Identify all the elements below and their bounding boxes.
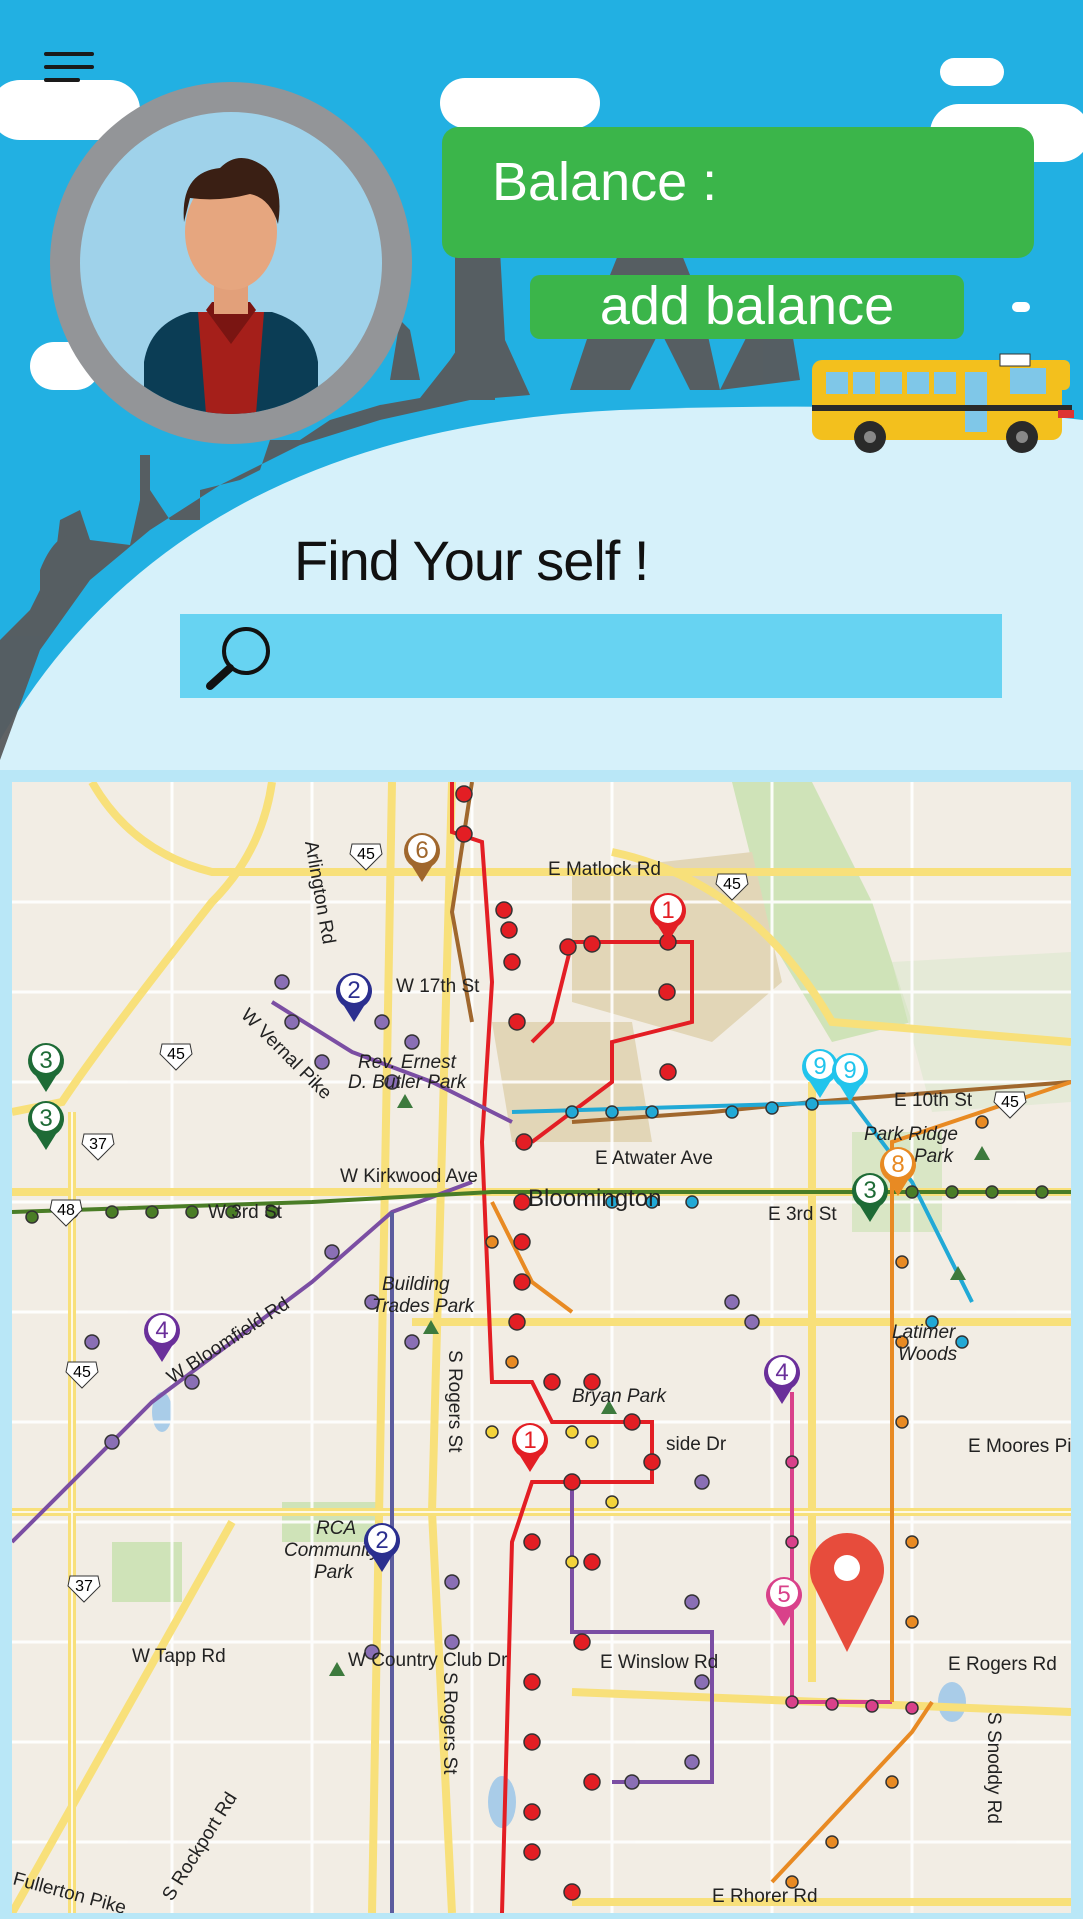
- svg-text:45: 45: [73, 1364, 91, 1381]
- balance-label: Balance :: [492, 152, 718, 212]
- bus-route-map[interactable]: 45 45 45 37 48 45 37 45 E Matlock Rd Arl…: [12, 782, 1071, 1913]
- search-bar[interactable]: [180, 614, 1002, 698]
- find-yourself-title: Find Your self !: [294, 529, 649, 592]
- svg-text:45: 45: [167, 1046, 185, 1063]
- svg-text:48: 48: [57, 1202, 75, 1219]
- map-frame: 45 45 45 37 48 45 37 45 E Matlock Rd Arl…: [0, 770, 1083, 1919]
- search-input[interactable]: [290, 624, 984, 690]
- svg-text:45: 45: [723, 876, 741, 893]
- svg-text:45: 45: [357, 846, 375, 863]
- header-banner: Balance : add balance Find Your self !: [0, 0, 1083, 770]
- search-icon[interactable]: [206, 624, 276, 690]
- add-balance-button[interactable]: add balance: [530, 275, 964, 339]
- hamburger-menu-icon[interactable]: [44, 52, 96, 86]
- svg-text:37: 37: [89, 1136, 107, 1153]
- balance-display: Balance :: [442, 127, 1034, 258]
- avatar-illustration: [80, 112, 382, 414]
- svg-text:45: 45: [1001, 1094, 1019, 1111]
- user-avatar[interactable]: [50, 82, 412, 444]
- svg-text:37: 37: [75, 1578, 93, 1595]
